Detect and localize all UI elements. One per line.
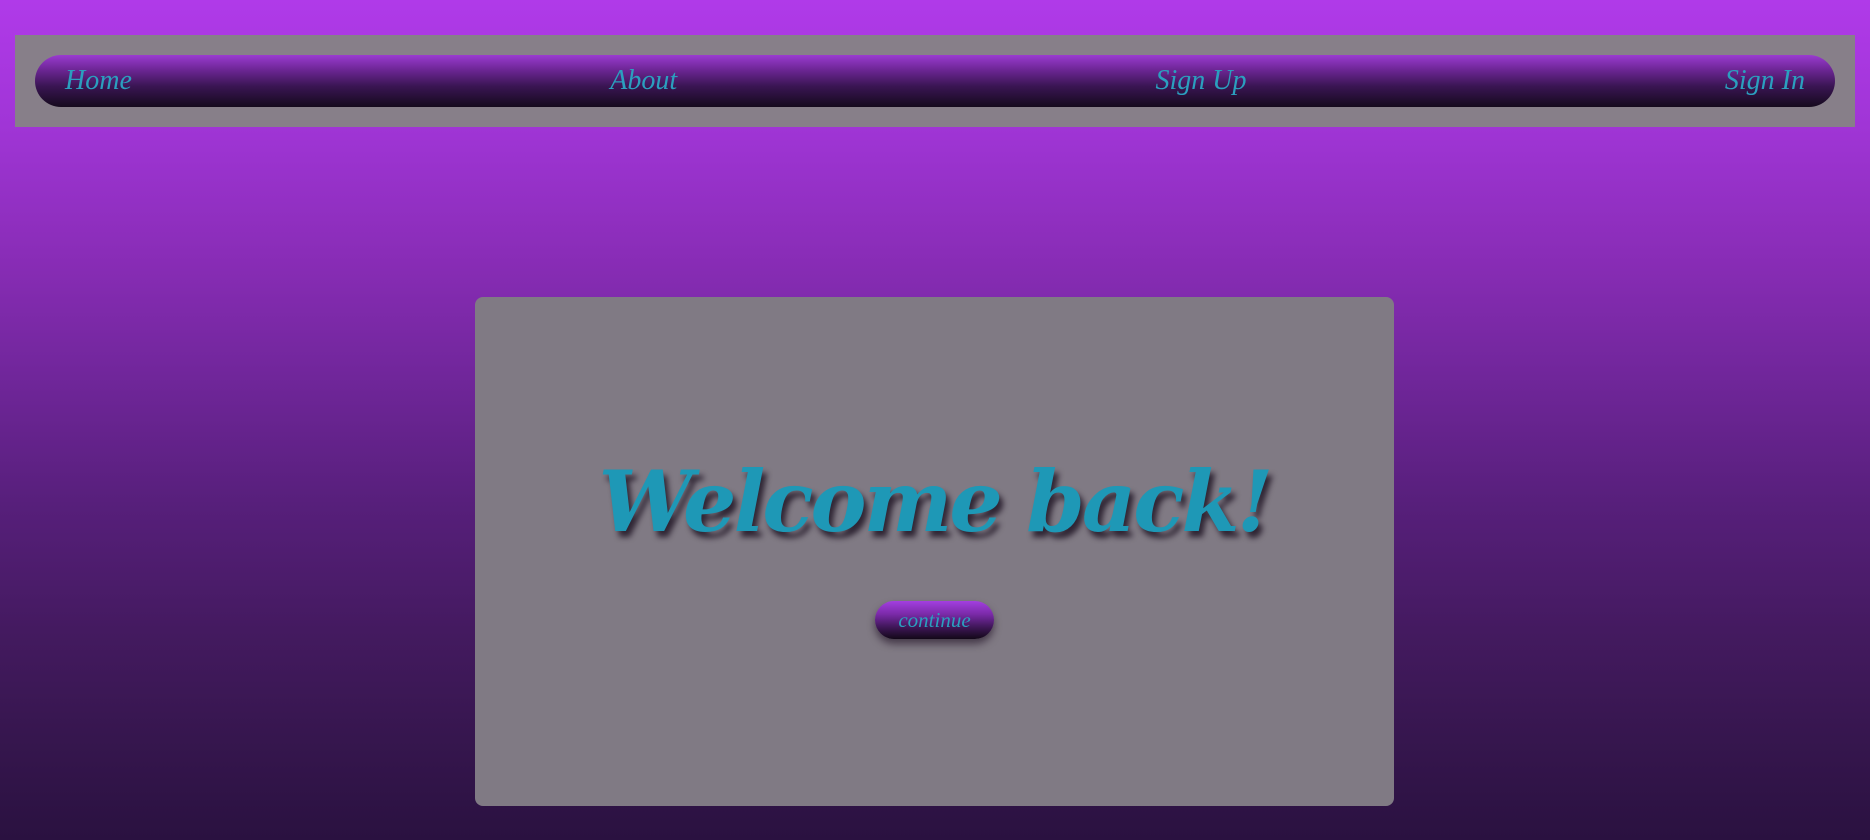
navigation-bar: Home About Sign Up Sign In bbox=[15, 35, 1855, 127]
nav-link-sign-in[interactable]: Sign In bbox=[1725, 65, 1805, 97]
welcome-heading: Welcome back! bbox=[598, 452, 1274, 551]
welcome-card: Welcome back! continue bbox=[475, 297, 1394, 806]
nav-link-about[interactable]: About bbox=[610, 65, 677, 97]
nav-link-sign-up[interactable]: Sign Up bbox=[1156, 65, 1247, 97]
nav-pill: Home About Sign Up Sign In bbox=[35, 55, 1835, 107]
continue-button[interactable]: continue bbox=[875, 601, 994, 639]
nav-link-home[interactable]: Home bbox=[65, 65, 132, 97]
